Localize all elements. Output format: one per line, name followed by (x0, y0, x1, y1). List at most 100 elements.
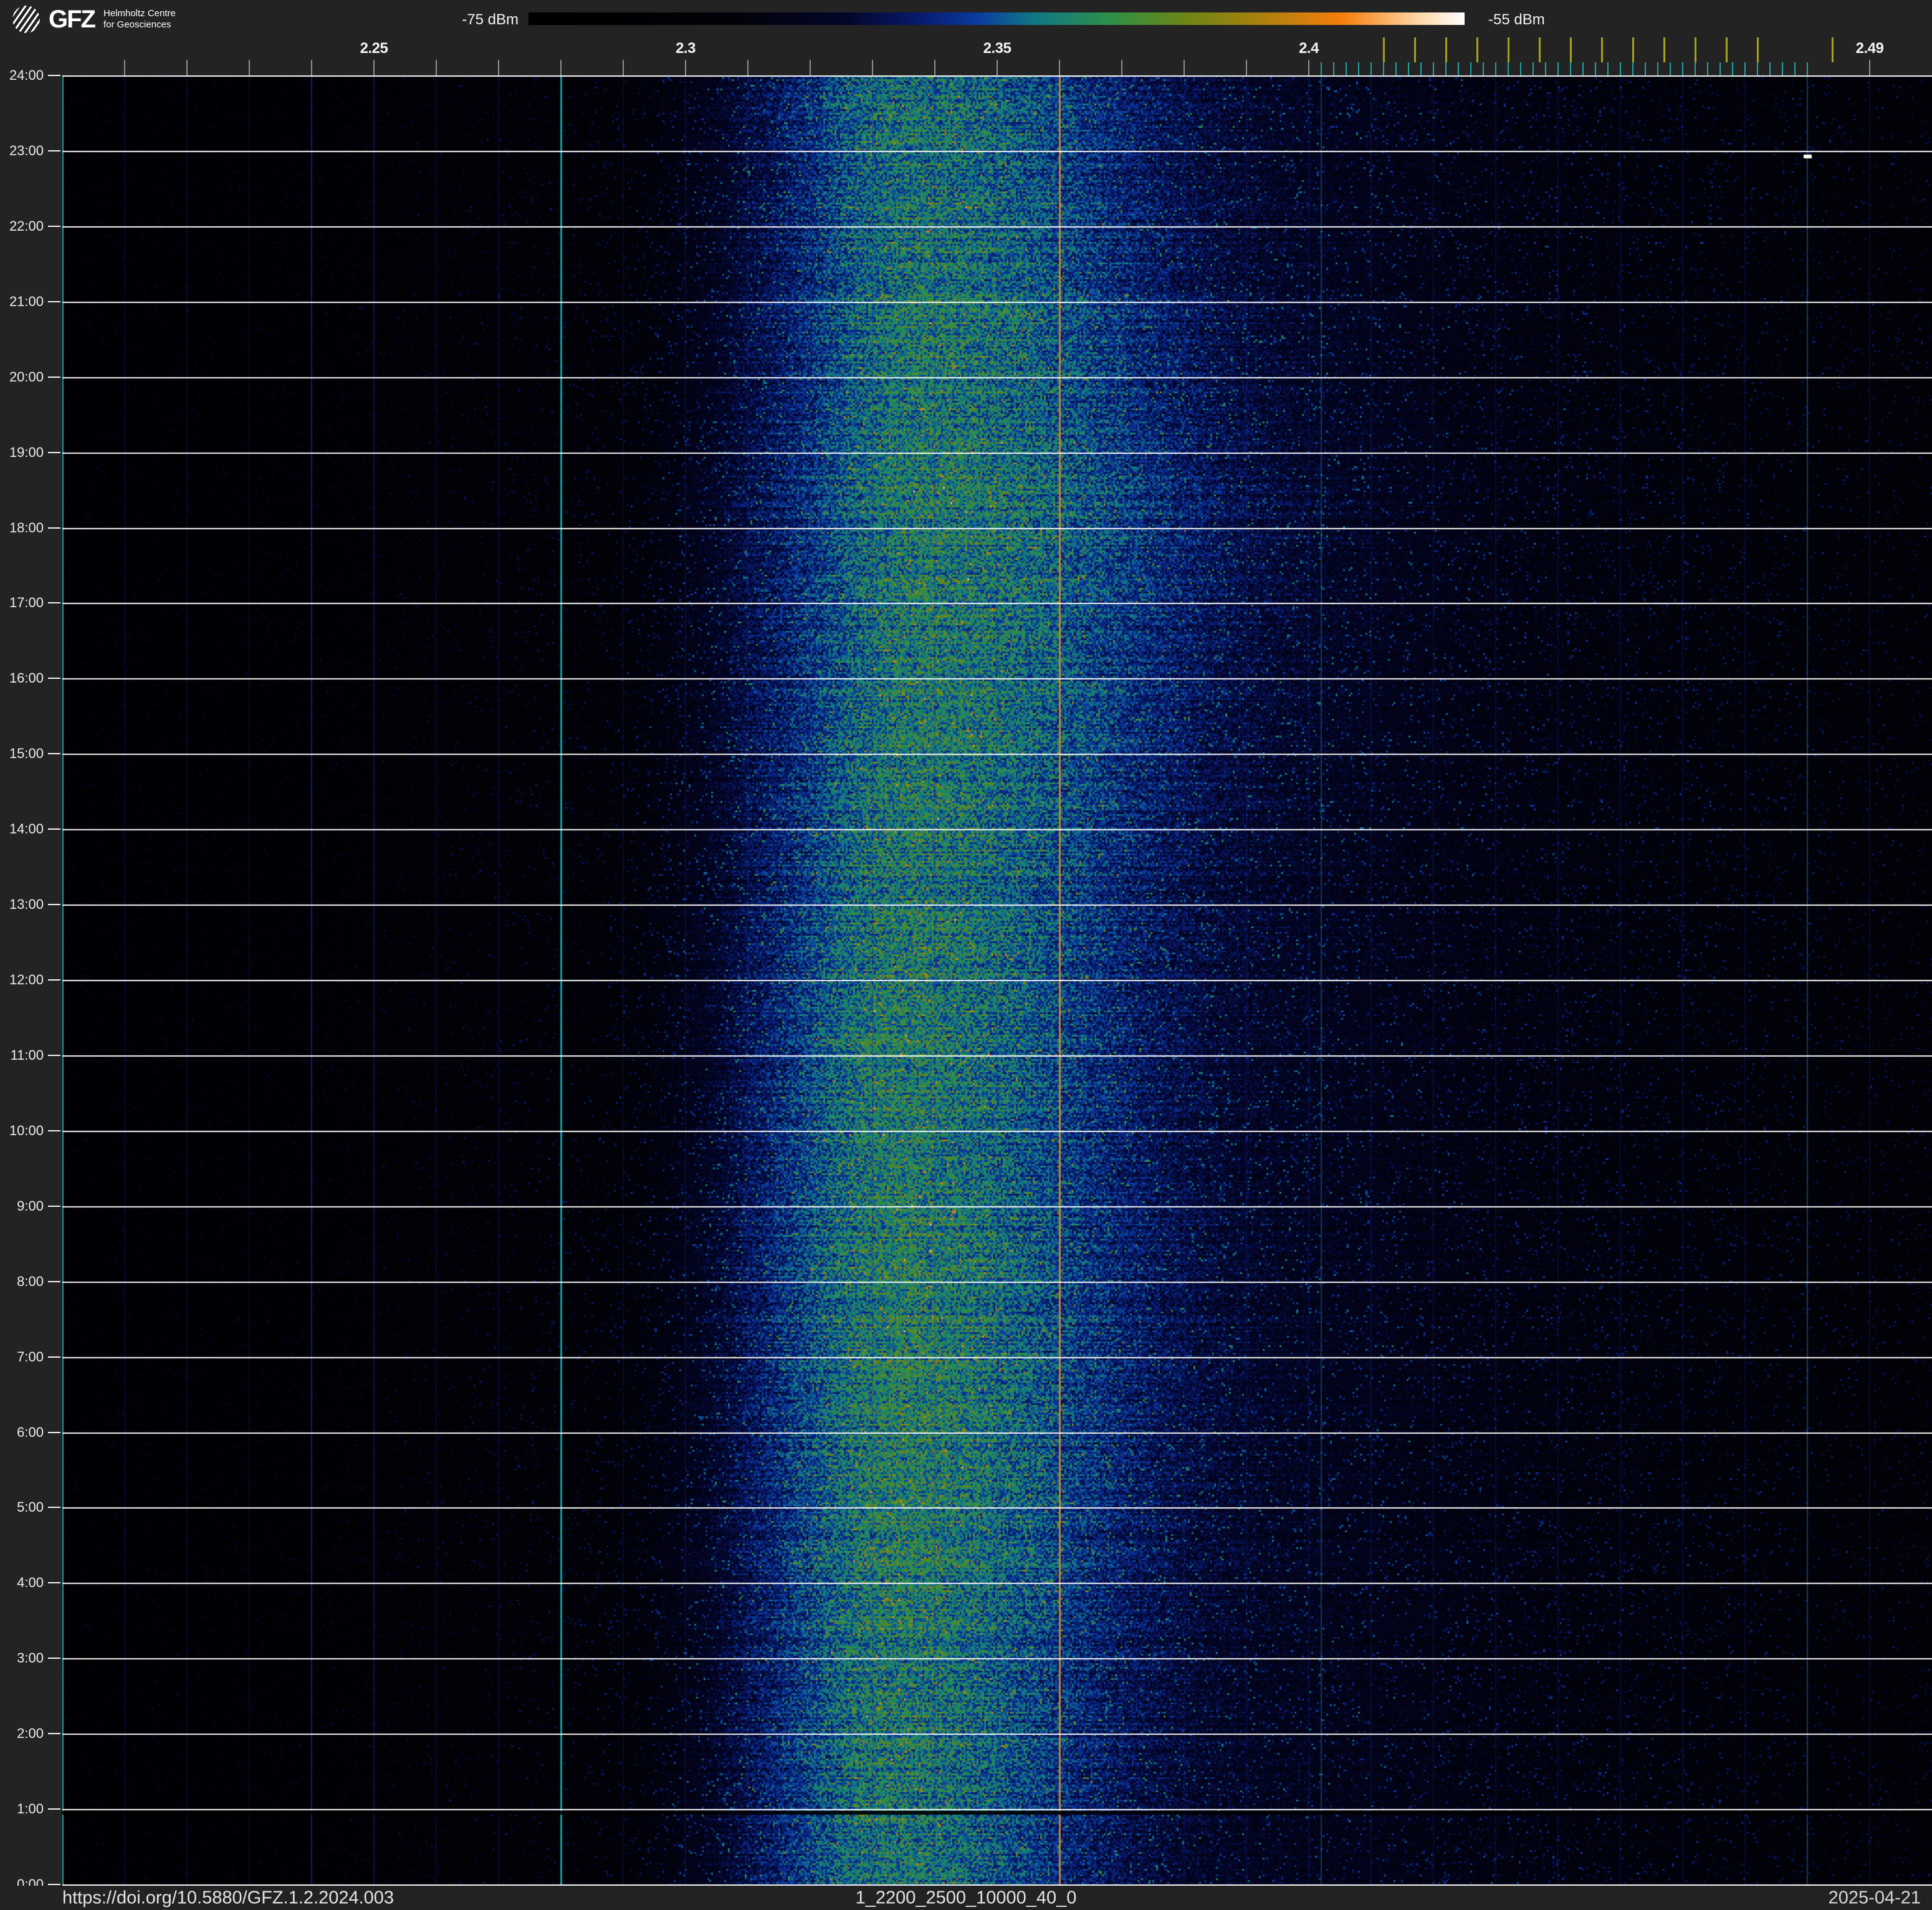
time-tick-label: 18:00 (9, 519, 44, 535)
ble-channel-tick (1445, 62, 1447, 76)
wifi-channel-tick (1445, 37, 1447, 62)
time-tick (48, 376, 60, 378)
ble-channel-tick (1333, 62, 1334, 76)
ble-channel-tick (1670, 62, 1671, 76)
freq-minor-tick (872, 60, 873, 76)
time-tick (48, 602, 60, 604)
time-tick-label: 6:00 (17, 1424, 44, 1440)
time-tick (48, 225, 60, 227)
wifi-channel-tick (1632, 37, 1634, 62)
wifi-channel-tick (1694, 37, 1696, 62)
ble-channel-tick (1620, 62, 1621, 76)
wifi-channel-tick (1538, 37, 1541, 62)
time-tick (48, 1356, 60, 1358)
ble-channel-tick (1458, 62, 1459, 76)
ble-channel-tick (1483, 62, 1484, 76)
freq-minor-tick (1059, 60, 1060, 76)
time-tick (48, 1280, 60, 1282)
freq-minor-tick (1869, 60, 1870, 76)
time-tick-label: 22:00 (9, 218, 44, 234)
time-tick (48, 150, 60, 151)
time-tick-label: 4:00 (17, 1575, 44, 1591)
ble-channel-tick (1395, 62, 1397, 76)
ble-channel-tick (1533, 62, 1534, 76)
time-tick (48, 527, 60, 529)
time-tick (48, 1808, 60, 1810)
wifi-channel-tick (1600, 37, 1603, 62)
ble-channel-tick (1545, 62, 1546, 76)
time-tick (48, 75, 60, 76)
freq-tick-label: 2.35 (983, 40, 1011, 57)
ble-channel-tick (1370, 62, 1372, 76)
freq-minor-tick (498, 60, 499, 76)
time-tick-label: 12:00 (9, 972, 44, 988)
freq-minor-tick (373, 60, 375, 76)
ble-channel-tick (1470, 62, 1471, 76)
time-tick-label: 5:00 (17, 1499, 44, 1515)
dataset-id-text: 1_2200_2500_10000_40_0 (855, 1888, 1077, 1908)
time-tick-label: 19:00 (9, 444, 44, 460)
wifi-channel-tick (1569, 37, 1572, 62)
wifi-channel-tick (1756, 37, 1759, 62)
ble-channel-tick (1744, 62, 1746, 76)
colorbar (528, 12, 1465, 25)
ble-channel-tick (1732, 62, 1733, 76)
time-tick-label: 10:00 (9, 1122, 44, 1138)
time-tick (48, 828, 60, 830)
freq-minor-tick (810, 60, 811, 76)
ble-channel-tick (1495, 62, 1496, 76)
freq-minor-tick (747, 60, 748, 76)
time-tick (48, 979, 60, 981)
freq-minor-tick (934, 60, 935, 76)
freq-tick-label: 2.4 (1299, 40, 1319, 57)
gfz-org-line2: for Geosciences (103, 19, 171, 30)
ble-channel-tick (1632, 62, 1633, 76)
date-text: 2025-04-21 (1828, 1888, 1921, 1908)
ble-channel-tick (1383, 62, 1384, 76)
time-tick (48, 678, 60, 679)
time-tick-label: 20:00 (9, 368, 44, 385)
time-tick-label: 7:00 (17, 1348, 44, 1365)
freq-tick-label: 2.25 (360, 40, 388, 57)
ble-channel-tick (1682, 62, 1683, 76)
freq-tick-label: 2.3 (676, 40, 696, 57)
ble-channel-tick (1794, 62, 1796, 76)
time-tick-label: 24:00 (9, 67, 44, 83)
gfz-brand: GFZ (49, 6, 96, 33)
wifi-channel-tick (1413, 37, 1416, 62)
ble-channel-tick (1595, 62, 1596, 76)
time-tick-label: 15:00 (9, 746, 44, 762)
gfz-globe-icon (12, 6, 40, 33)
freq-minor-tick (1184, 60, 1185, 76)
time-tick-label: 11:00 (10, 1047, 44, 1063)
wifi-channel-tick (1507, 37, 1509, 62)
time-tick (48, 753, 60, 755)
time-tick-label: 23:00 (9, 142, 44, 158)
time-tick (48, 451, 60, 453)
time-tick-label: 17:00 (9, 595, 44, 611)
ble-channel-tick (1807, 62, 1808, 76)
ble-channel-tick (1433, 62, 1434, 76)
footer-bar: https://doi.org/10.5880/GFZ.1.2.2024.003… (0, 1886, 1932, 1910)
time-tick (48, 1582, 60, 1584)
colorbar-min-label: -75 dBm (462, 11, 519, 28)
gfz-org-line1: Helmholtz Centre (103, 8, 176, 19)
freq-minor-tick (560, 60, 562, 76)
ble-channel-tick (1346, 62, 1347, 76)
ble-channel-tick (1757, 62, 1758, 76)
time-tick (48, 1733, 60, 1735)
wifi-channel-tick (1476, 37, 1478, 62)
time-tick (48, 1130, 60, 1131)
gfz-logo: GFZ Helmholtz Centre for Geosciences (12, 4, 176, 35)
freq-minor-tick (1308, 60, 1309, 76)
wifi-channel-tick (1663, 37, 1665, 62)
ble-channel-tick (1607, 62, 1609, 76)
ble-channel-tick (1657, 62, 1658, 76)
time-tick-label: 8:00 (17, 1273, 44, 1289)
ble-channel-tick (1719, 62, 1721, 76)
freq-minor-tick (685, 60, 686, 76)
time-tick (48, 1507, 60, 1509)
spectrogram-canvas (62, 75, 1932, 1886)
ble-channel-tick (1645, 62, 1646, 76)
freq-minor-tick (124, 60, 125, 76)
